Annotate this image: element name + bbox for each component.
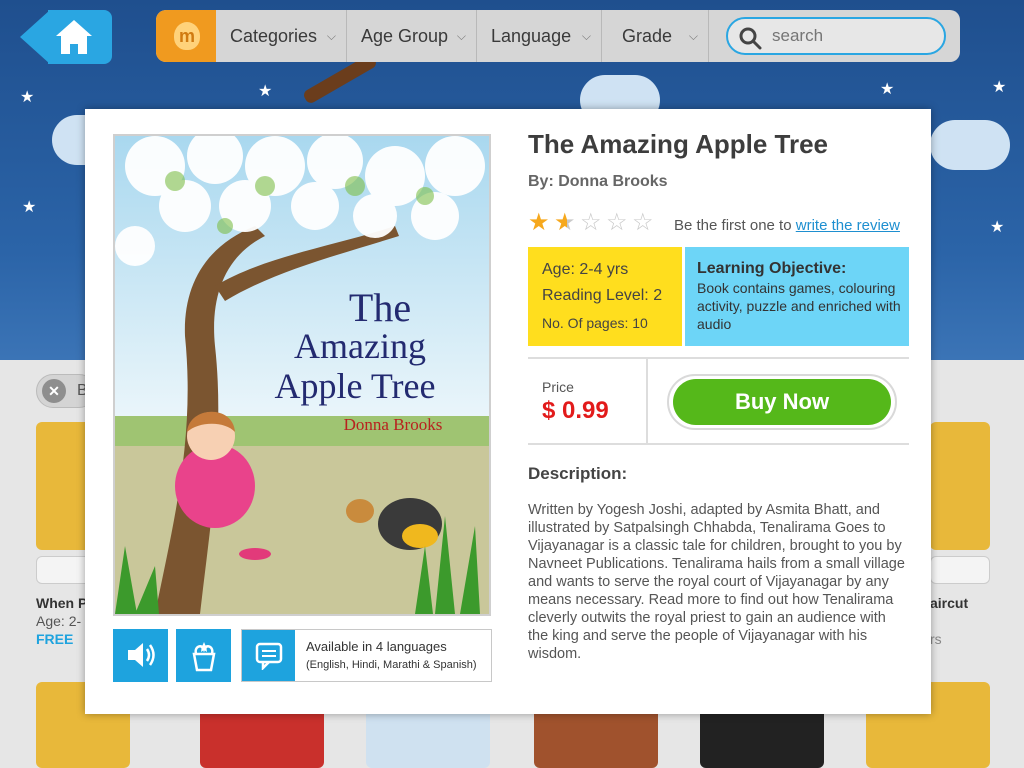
- book-detail-modal: The Amazing Apple Tree Donna Brooks Avai…: [85, 109, 931, 714]
- languages-count: Available in 4 languages: [306, 639, 447, 654]
- close-icon[interactable]: ✕: [42, 379, 66, 403]
- nav-grade[interactable]: Grade ⌵: [602, 10, 709, 62]
- age-range: Age: 2-4 yrs: [542, 261, 629, 278]
- chevron-down-icon: ⌵: [326, 29, 336, 43]
- cover-illustration: The Amazing Apple Tree Donna Brooks: [115, 136, 489, 614]
- cover-title-line-2: Amazing: [294, 326, 426, 366]
- cover-title-line-1: The: [349, 285, 411, 330]
- background-book-title: aircut: [930, 595, 969, 611]
- background-book-toolbar: [930, 556, 990, 584]
- search-box: [726, 17, 946, 55]
- activity-button[interactable]: [176, 629, 231, 682]
- home-button[interactable]: [20, 10, 112, 64]
- cloud-decoration: [930, 120, 1010, 170]
- cover-title-line-3: Apple Tree: [275, 366, 436, 406]
- learning-objective-text: Book contains games, colouring activity,…: [697, 280, 901, 332]
- description-label: Description:: [528, 464, 628, 483]
- price-label: Price: [542, 379, 574, 395]
- book-cover-image: The Amazing Apple Tree Donna Brooks: [113, 134, 491, 616]
- background-book-cover[interactable]: [930, 422, 990, 550]
- star-icon[interactable]: ☆: [580, 210, 606, 236]
- home-icon: [56, 20, 92, 54]
- nav-categories[interactable]: Categories ⌵: [216, 10, 347, 62]
- star-rating[interactable]: ★ ★ ☆ ☆ ☆: [528, 210, 658, 236]
- book-title: The Amazing Apple Tree: [528, 129, 829, 159]
- chevron-down-icon: ⌵: [688, 29, 698, 43]
- nav-age-group-label: Age Group: [361, 26, 449, 46]
- search-icon: [739, 27, 762, 50]
- nav-age-group[interactable]: Age Group ⌵: [347, 10, 477, 62]
- star-decoration: ★: [990, 219, 1005, 236]
- activity-icon: [192, 642, 216, 672]
- logo-letter: m: [174, 22, 200, 50]
- cover-author: Donna Brooks: [344, 415, 443, 434]
- book-author: By: Donna Brooks: [528, 173, 668, 190]
- buy-now-label: Buy Now: [673, 379, 891, 425]
- learning-objective-box: Learning Objective: Book contains games,…: [685, 247, 909, 346]
- audio-button[interactable]: [113, 629, 168, 682]
- write-review-link[interactable]: write the review: [796, 217, 900, 234]
- review-prompt-text: Be the first one to: [674, 217, 792, 234]
- nav-language-label: Language: [491, 26, 572, 46]
- buy-now-button[interactable]: Buy Now: [667, 374, 897, 430]
- nav-language[interactable]: Language ⌵: [477, 10, 602, 62]
- page-count: No. Of pages: 10: [542, 315, 648, 331]
- star-decoration: ★: [992, 79, 1007, 96]
- background-book-price: FREE: [36, 631, 74, 647]
- price-row: Price $ 0.99 Buy Now: [528, 357, 909, 445]
- chevron-down-icon: ⌵: [456, 29, 466, 43]
- star-icon[interactable]: ★: [528, 210, 554, 236]
- star-icon[interactable]: ★: [554, 210, 580, 236]
- star-decoration: ★: [258, 83, 273, 100]
- app-logo[interactable]: m: [156, 10, 216, 62]
- nav-categories-label: Categories: [230, 26, 318, 46]
- languages-info: Available in 4 languages (English, Hindi…: [241, 629, 492, 682]
- price-value: $ 0.99: [542, 397, 609, 424]
- languages-button[interactable]: [242, 630, 295, 681]
- age-info-box: Age: 2-4 yrs Reading Level: 2 No. Of pag…: [528, 247, 682, 346]
- star-icon[interactable]: ☆: [606, 210, 632, 236]
- description-text: Written by Yogesh Joshi, adapted by Asmi…: [528, 502, 905, 662]
- star-decoration: ★: [880, 81, 895, 98]
- chat-icon: [255, 642, 283, 670]
- reading-level: Reading Level: 2: [542, 287, 663, 304]
- chevron-down-icon: ⌵: [581, 29, 591, 43]
- nav-grade-label: Grade: [622, 26, 673, 46]
- star-decoration: ★: [20, 89, 35, 106]
- search-input[interactable]: [772, 25, 932, 47]
- background-book-age: Age: 2-: [36, 613, 82, 629]
- star-decoration: ★: [22, 199, 37, 216]
- speaker-icon: [128, 643, 155, 667]
- background-book-age: rs: [930, 631, 942, 647]
- top-navbar: m Categories ⌵ Age Group ⌵ Language ⌵ Gr…: [156, 10, 960, 62]
- review-prompt: Be the first one to write the review: [674, 217, 900, 234]
- languages-list: (English, Hindi, Marathi & Spanish): [306, 659, 477, 671]
- background-book-title: When P: [36, 595, 88, 611]
- star-icon[interactable]: ☆: [632, 210, 658, 236]
- learning-objective-label: Learning Objective:: [697, 260, 847, 277]
